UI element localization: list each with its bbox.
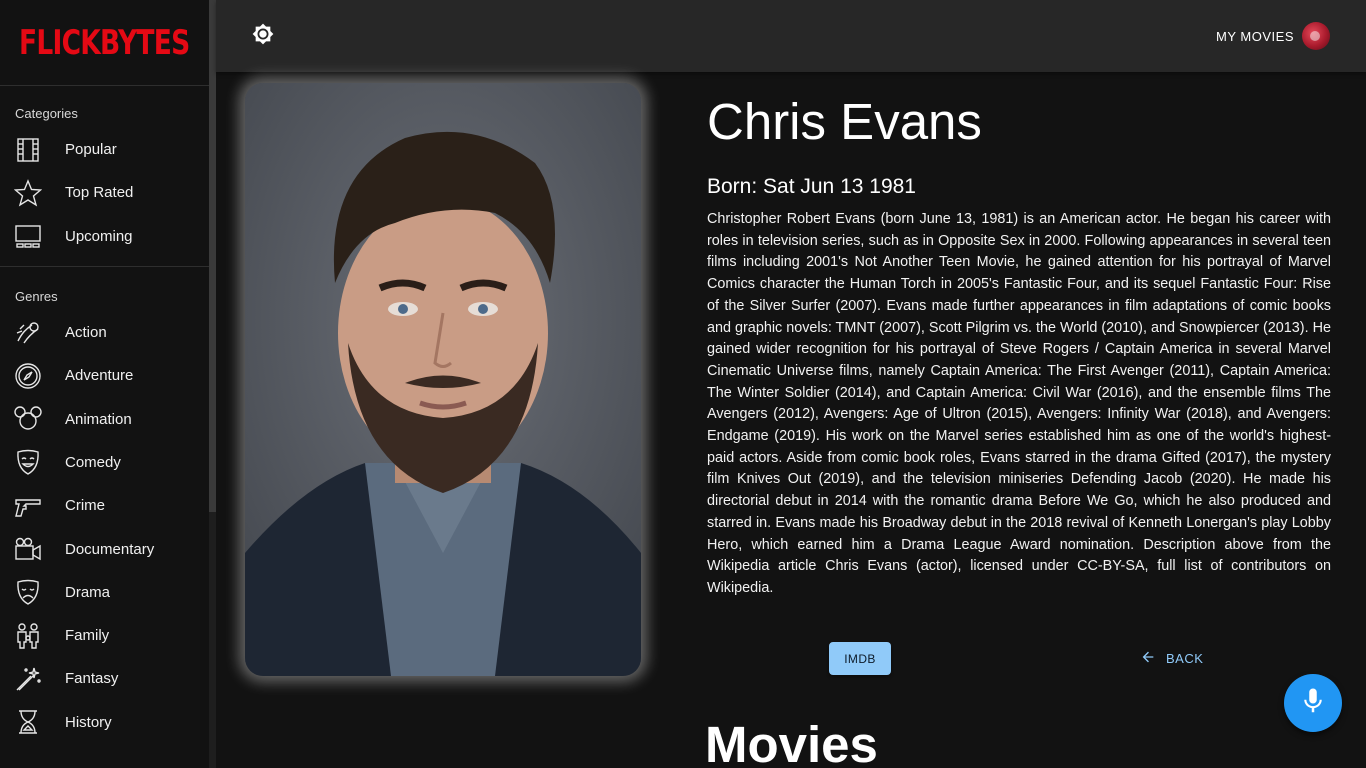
mouse-ears-icon: [13, 404, 43, 434]
video-camera-icon: [13, 534, 43, 564]
action-icon: [13, 318, 43, 348]
sidebar-item-popular[interactable]: Popular: [0, 128, 209, 171]
sidebar-item-label: Drama: [65, 583, 111, 601]
sidebar-item-label: Fantasy: [65, 670, 119, 688]
sidebar-item-family[interactable]: Family: [0, 614, 209, 657]
sidebar-item-label: Adventure: [65, 367, 134, 385]
logo-area[interactable]: FLICKBYTES: [0, 0, 209, 86]
film-icon: [13, 135, 43, 165]
sidebar-item-documentary[interactable]: Documentary: [0, 527, 209, 570]
profile-photo: [245, 83, 641, 676]
comedy-mask-icon: [13, 447, 43, 477]
app-logo[interactable]: FLICKBYTES: [19, 23, 190, 63]
sidebar-item-history[interactable]: History: [0, 701, 209, 744]
sidebar-item-top-rated[interactable]: Top Rated: [0, 171, 209, 214]
microphone-icon: [1298, 686, 1328, 721]
sidebar-item-fantasy[interactable]: Fantasy: [0, 657, 209, 700]
sidebar-item-label: Animation: [65, 410, 132, 428]
sidebar: FLICKBYTES Categories Popular Top Rated …: [0, 0, 209, 768]
top-app-bar: MY MOVIES: [216, 0, 1366, 72]
sidebar-item-animation[interactable]: Animation: [0, 397, 209, 440]
sidebar-item-comedy[interactable]: Comedy: [0, 441, 209, 484]
sidebar-item-action[interactable]: Action: [0, 311, 209, 354]
drama-mask-icon: [13, 577, 43, 607]
my-movies-button[interactable]: MY MOVIES: [1216, 22, 1330, 50]
categories-section: Categories Popular Top Rated Upcoming: [0, 86, 209, 267]
sidebar-item-drama[interactable]: Drama: [0, 571, 209, 614]
my-movies-label: MY MOVIES: [1216, 28, 1294, 44]
sidebar-scrollbar-thumb[interactable]: [209, 0, 216, 512]
sidebar-item-crime[interactable]: Crime: [0, 484, 209, 527]
birth-date: Born: Sat Jun 13 1981: [707, 175, 916, 198]
sidebar-item-label: Comedy: [65, 453, 121, 471]
pistol-icon: [13, 491, 43, 521]
sidebar-item-label: Popular: [65, 141, 117, 159]
sidebar-scrollbar[interactable]: [209, 0, 216, 768]
screen-icon: [13, 221, 43, 251]
compass-icon: [13, 361, 43, 391]
star-icon: [13, 178, 43, 208]
biography: Christopher Robert Evans (born June 13, …: [707, 211, 1331, 596]
avatar: [1302, 22, 1330, 50]
back-label: BACK: [1166, 650, 1204, 666]
movies-section-title: Movies: [705, 716, 878, 768]
sidebar-item-label: Crime: [65, 497, 105, 515]
sidebar-item-adventure[interactable]: Adventure: [0, 354, 209, 397]
imdb-button[interactable]: IMDB: [829, 642, 891, 675]
sidebar-item-label: History: [65, 713, 112, 731]
sidebar-item-label: Top Rated: [65, 184, 134, 202]
back-button[interactable]: BACK: [1140, 646, 1203, 670]
voice-assistant-button[interactable]: [1284, 674, 1342, 732]
sidebar-item-label: Documentary: [65, 540, 155, 558]
theme-toggle-button[interactable]: [250, 23, 276, 49]
sidebar-item-upcoming[interactable]: Upcoming: [0, 215, 209, 258]
genres-label: Genres: [15, 288, 58, 304]
categories-label: Categories: [15, 106, 78, 121]
family-icon: [13, 621, 43, 651]
person-name: Chris Evans: [707, 93, 982, 150]
magic-wand-icon: [13, 664, 43, 694]
sidebar-item-label: Upcoming: [65, 227, 133, 245]
hourglass-icon: [13, 707, 43, 737]
brightness-icon: [252, 23, 274, 50]
genres-section: Genres Action Adventure Animation Comedy: [0, 267, 209, 744]
arrow-left-icon: [1140, 649, 1166, 668]
sidebar-item-label: Family: [65, 627, 110, 645]
sidebar-item-label: Action: [65, 324, 107, 342]
